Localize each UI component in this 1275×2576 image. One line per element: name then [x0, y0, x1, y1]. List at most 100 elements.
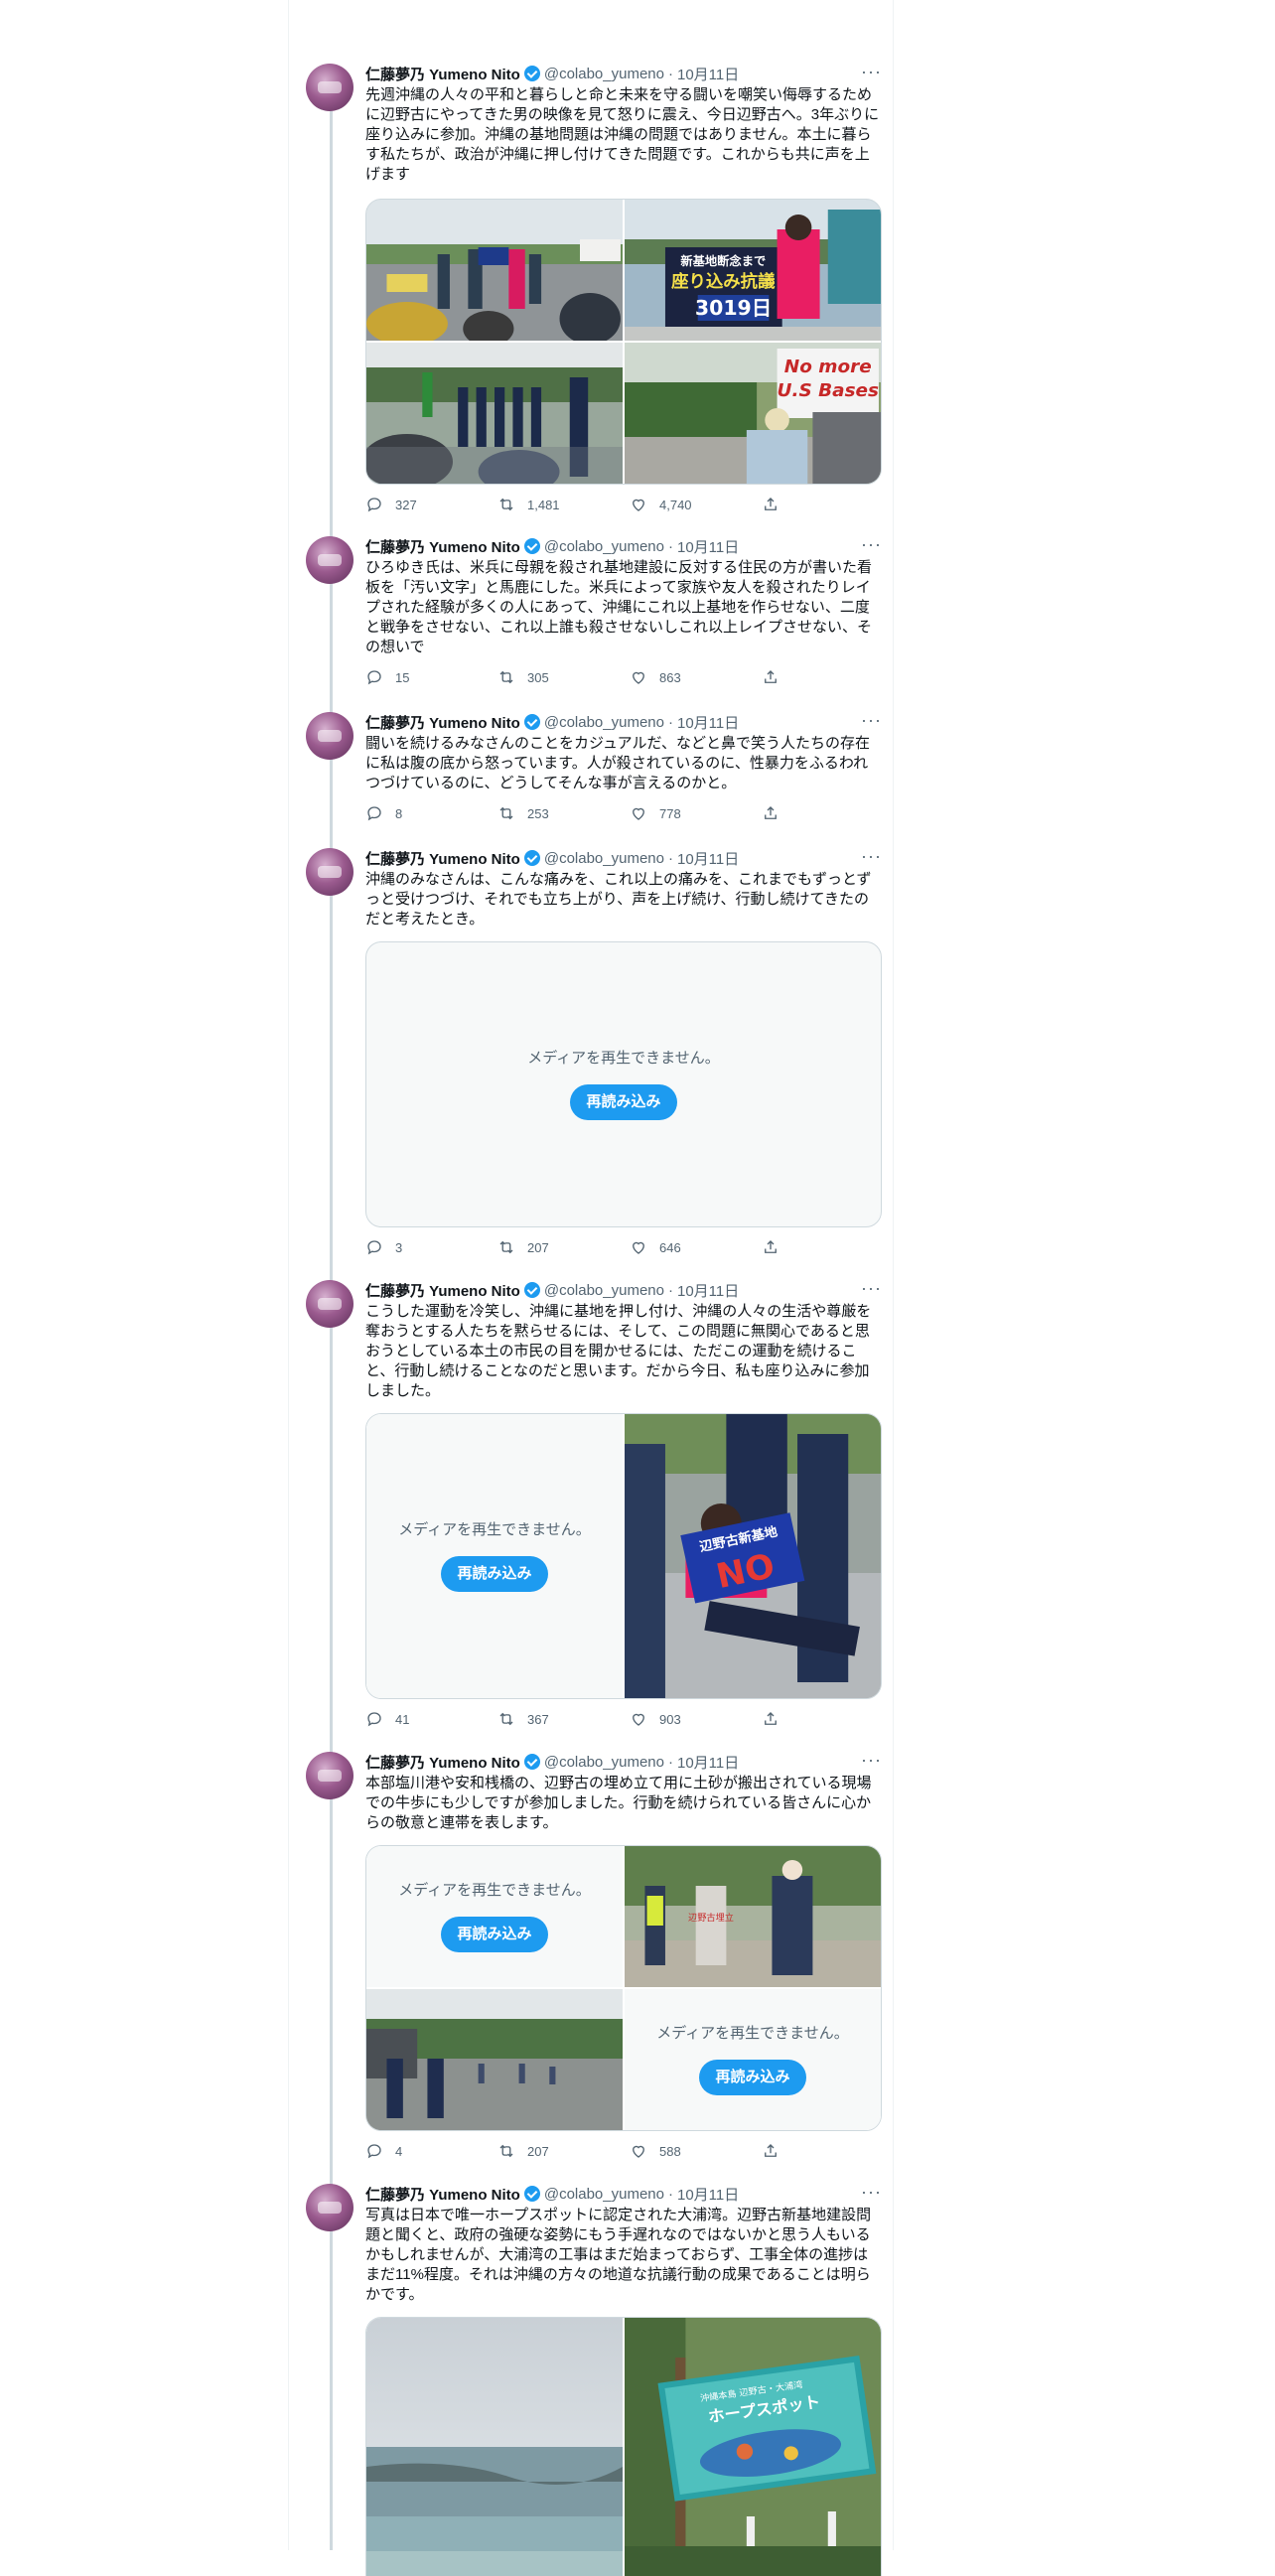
media-grid[interactable]: メディアを再生できません。 再読み込み 辺野古埋立 メディアを再生できません。 … [365, 1845, 882, 2131]
reply-icon [367, 2144, 381, 2159]
like-button[interactable]: 646 [630, 1238, 762, 1256]
reload-button[interactable]: 再読み込み [441, 1917, 548, 1952]
media-grid[interactable]: 新基地断念まで 座り込み抗議 3019日 No more U.S Bases [365, 199, 882, 485]
author-handle[interactable]: @colabo_yumeno [544, 714, 664, 731]
media-photo[interactable] [366, 343, 623, 484]
author-name[interactable]: 仁藤夢乃 Yumeno Nito [365, 1280, 520, 1301]
author-handle[interactable]: @colabo_yumeno [544, 2186, 664, 2203]
reply-icon [367, 670, 381, 685]
retweet-button[interactable]: 253 [497, 804, 630, 822]
tweet-actions: 41 367 903 [365, 1709, 882, 1729]
media-photo[interactable]: 沖縄本島 辺野古・大浦湾 ホープスポット [625, 2318, 881, 2576]
avatar[interactable] [306, 712, 354, 760]
tweet-date[interactable]: 10月11日 [677, 536, 739, 557]
reload-button[interactable]: 再読み込み [441, 1556, 548, 1592]
share-icon [765, 806, 777, 819]
retweet-icon [499, 670, 513, 684]
verified-badge-icon [523, 1282, 540, 1298]
author-handle[interactable]: @colabo_yumeno [544, 1754, 664, 1771]
us-bases-text: U.S Bases [778, 380, 880, 401]
no-more-text: No more [784, 357, 872, 377]
avatar[interactable] [306, 2184, 354, 2231]
share-button[interactable] [762, 2142, 791, 2160]
avatar[interactable] [306, 1280, 354, 1328]
retweet-button[interactable]: 207 [497, 1238, 630, 1256]
share-button[interactable] [762, 668, 791, 686]
media-photo[interactable]: 辺野古埋立 [625, 1846, 881, 1987]
tweet-date[interactable]: 10月11日 [677, 712, 739, 733]
media-grid[interactable]: メディアを再生できません。 再読み込み 辺野古新基地 NO [365, 1413, 882, 1699]
reply-button[interactable]: 3 [365, 1238, 497, 1256]
more-icon[interactable]: ··· [861, 1278, 882, 1299]
share-button[interactable] [762, 804, 791, 822]
more-icon[interactable]: ··· [861, 1750, 882, 1771]
more-icon[interactable]: ··· [861, 534, 882, 555]
tweet-actions: 327 1,481 4,740 [365, 495, 882, 514]
more-icon[interactable]: ··· [861, 710, 882, 731]
media-photo[interactable]: 新基地断念まで 座り込み抗議 3019日 [625, 200, 881, 341]
reply-button[interactable]: 41 [365, 1710, 497, 1728]
media-photo[interactable]: 辺野古新基地 NO [625, 1414, 881, 1698]
like-button[interactable]: 588 [630, 2142, 762, 2160]
author-name[interactable]: 仁藤夢乃 Yumeno Nito [365, 536, 520, 557]
verified-badge-icon [523, 850, 540, 866]
author-name[interactable]: 仁藤夢乃 Yumeno Nito [365, 1752, 520, 1773]
author-handle[interactable]: @colabo_yumeno [544, 538, 664, 555]
more-icon[interactable]: ··· [861, 62, 882, 82]
reply-button[interactable]: 327 [365, 496, 497, 513]
more-icon[interactable]: ··· [861, 846, 882, 867]
author-handle[interactable]: @colabo_yumeno [544, 850, 664, 867]
like-button[interactable]: 903 [630, 1710, 762, 1728]
media-photo[interactable] [366, 200, 623, 341]
reply-button[interactable]: 8 [365, 804, 497, 822]
media-photo[interactable] [366, 2318, 623, 2576]
like-icon [633, 807, 644, 820]
retweet-button[interactable]: 305 [497, 668, 630, 686]
separator: · [667, 65, 673, 82]
tweet-date[interactable]: 10月11日 [677, 848, 739, 869]
tweet-date[interactable]: 10月11日 [677, 64, 739, 84]
like-count: 903 [659, 1711, 681, 1727]
media-photo[interactable] [366, 1989, 623, 2130]
author-name[interactable]: 仁藤夢乃 Yumeno Nito [365, 64, 520, 84]
tweet-date[interactable]: 10月11日 [677, 1752, 739, 1773]
media-unavailable: メディアを再生できません。 再読み込み [365, 941, 882, 1227]
author-handle[interactable]: @colabo_yumeno [544, 1282, 664, 1299]
share-button[interactable] [762, 496, 791, 513]
avatar[interactable] [306, 64, 354, 111]
retweet-count: 367 [527, 1711, 549, 1727]
share-button[interactable] [762, 1710, 791, 1728]
like-button[interactable]: 863 [630, 668, 762, 686]
like-button[interactable]: 778 [630, 804, 762, 822]
retweet-count: 207 [527, 1239, 549, 1255]
reload-button[interactable]: 再読み込み [570, 1084, 677, 1120]
author-name[interactable]: 仁藤夢乃 Yumeno Nito [365, 712, 520, 733]
reply-icon [367, 806, 381, 821]
like-button[interactable]: 4,740 [630, 496, 762, 513]
reply-button[interactable]: 4 [365, 2142, 497, 2160]
sit-in-text: 座り込み抗議 [671, 271, 775, 292]
reload-button[interactable]: 再読み込み [699, 2060, 806, 2095]
more-icon[interactable]: ··· [861, 2182, 882, 2203]
tweet-date[interactable]: 10月11日 [677, 1280, 739, 1301]
like-count: 4,740 [659, 497, 692, 512]
author-handle[interactable]: @colabo_yumeno [544, 66, 664, 82]
media-grid[interactable]: 沖縄本島 辺野古・大浦湾 ホープスポット [365, 2317, 882, 2576]
avatar[interactable] [306, 1752, 354, 1799]
reply-button[interactable]: 15 [365, 668, 497, 686]
avatar[interactable] [306, 536, 354, 584]
separator: · [667, 849, 673, 867]
tweet-date[interactable]: 10月11日 [677, 2184, 739, 2205]
media-photo[interactable]: No more U.S Bases [625, 343, 881, 484]
author-name[interactable]: 仁藤夢乃 Yumeno Nito [365, 848, 520, 869]
avatar[interactable] [306, 848, 354, 896]
share-icon [765, 1712, 777, 1725]
author-name[interactable]: 仁藤夢乃 Yumeno Nito [365, 2184, 520, 2205]
retweet-icon [499, 2144, 513, 2158]
retweet-button[interactable]: 207 [497, 2142, 630, 2160]
tweet-actions: 8 253 778 [365, 803, 882, 823]
separator: · [667, 2185, 673, 2203]
retweet-button[interactable]: 367 [497, 1710, 630, 1728]
share-button[interactable] [762, 1238, 791, 1256]
retweet-button[interactable]: 1,481 [497, 496, 630, 513]
